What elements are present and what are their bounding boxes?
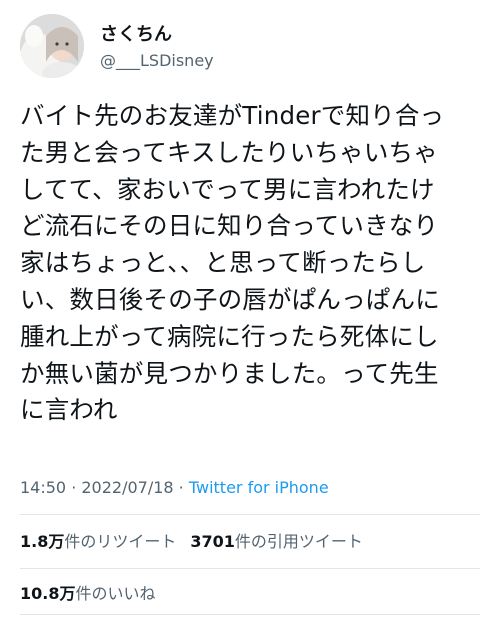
- divider-middle: [20, 568, 480, 569]
- quotes-stat[interactable]: 3701件の引用ツイート: [190, 532, 363, 551]
- retweets-label: 件のリツイート: [64, 532, 177, 551]
- tweet-header: さくちん @___LSDisney: [20, 14, 460, 84]
- divider-bottom: [20, 614, 480, 615]
- retweets-stat[interactable]: 1.8万件のリツイート: [20, 532, 176, 551]
- meta-separator-2: ·: [173, 478, 189, 497]
- meta-separator: ·: [66, 478, 82, 497]
- tweet-date[interactable]: 2022/07/18: [81, 478, 173, 497]
- likes-label: 件のいいね: [75, 584, 156, 603]
- display-name[interactable]: さくちん: [100, 24, 214, 46]
- tweet-text: バイト先のお友達がTinderで知り合っ た男と会ってキスしたりいちゃいちゃ し…: [20, 101, 445, 425]
- tweet-time[interactable]: 14:50: [20, 478, 66, 497]
- retweets-count: 1.8万: [20, 532, 65, 551]
- user-handle[interactable]: @___LSDisney: [100, 50, 214, 72]
- quotes-count: 3701: [190, 532, 235, 551]
- avatar[interactable]: [20, 14, 84, 78]
- retweet-stats: 1.8万件のリツイート 3701件の引用ツイート: [20, 532, 363, 552]
- tweet-meta: 14:50 · 2022/07/18 · Twitter for iPhone: [20, 478, 329, 498]
- likes-stats: 10.8万件のいいね: [20, 584, 156, 604]
- likes-stat[interactable]: 10.8万件のいいね: [20, 584, 156, 603]
- likes-count: 10.8万: [20, 584, 76, 603]
- avatar-image: [20, 14, 84, 78]
- user-names: さくちん @___LSDisney: [100, 24, 214, 72]
- quotes-label: 件の引用ツイート: [234, 532, 363, 551]
- tweet-source-link[interactable]: Twitter for iPhone: [189, 478, 329, 497]
- divider-top: [20, 514, 480, 515]
